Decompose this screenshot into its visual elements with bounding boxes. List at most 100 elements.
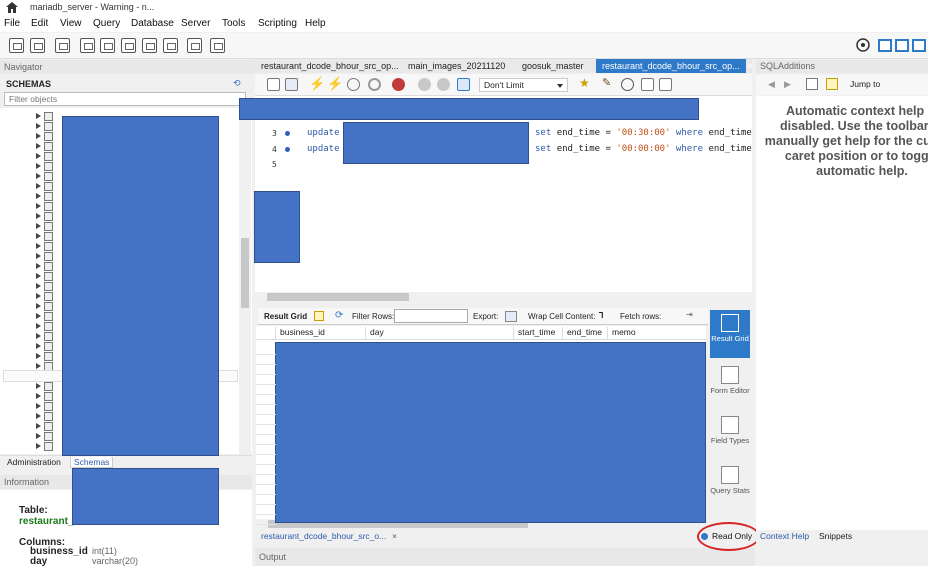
row-limit-select[interactable]: Don't Limit — [479, 78, 568, 92]
chevron-right-icon[interactable] — [36, 403, 41, 409]
field-types-button[interactable]: Field Types — [710, 412, 750, 460]
chevron-right-icon[interactable] — [36, 423, 41, 429]
chevron-right-icon[interactable] — [36, 303, 41, 309]
toggle-navigator-icon[interactable] — [878, 39, 892, 52]
chevron-right-icon[interactable] — [36, 143, 41, 149]
chevron-right-icon[interactable] — [36, 413, 41, 419]
rollback-icon[interactable] — [437, 78, 450, 91]
chevron-right-icon[interactable] — [36, 173, 41, 179]
schema-tree-item[interactable] — [36, 152, 54, 162]
schema-tree-item[interactable] — [36, 202, 54, 212]
invisible-chars-icon[interactable] — [641, 78, 654, 91]
chevron-right-icon[interactable] — [36, 223, 41, 229]
schema-tree-item[interactable] — [36, 142, 54, 152]
column-header[interactable]: end_time — [563, 327, 608, 340]
chevron-right-icon[interactable] — [36, 443, 41, 449]
column-header[interactable]: day — [366, 327, 514, 340]
tab-query-1[interactable]: restaurant_dcode_bhour_src_op... — [255, 59, 405, 73]
create-table-icon[interactable] — [100, 38, 115, 53]
wrap-lines-icon[interactable] — [659, 78, 672, 91]
schema-tree-item[interactable] — [36, 182, 54, 192]
chevron-right-icon[interactable] — [36, 253, 41, 259]
schema-tree-item[interactable] — [36, 252, 54, 262]
toggle-output-icon[interactable] — [895, 39, 909, 52]
chevron-right-icon[interactable] — [36, 243, 41, 249]
execute-icon[interactable]: ⚡ — [309, 76, 325, 91]
menu-edit[interactable]: Edit — [31, 18, 48, 29]
menu-scripting[interactable]: Scripting — [258, 18, 297, 29]
chevron-right-icon[interactable] — [36, 213, 41, 219]
chevron-right-icon[interactable] — [36, 113, 41, 119]
column-header[interactable]: memo — [608, 327, 698, 340]
tab-snippets[interactable]: Snippets — [819, 531, 852, 541]
execute-current-icon[interactable]: ⚡ — [327, 76, 343, 91]
close-icon[interactable]: × — [392, 531, 397, 541]
schema-tree-item[interactable] — [36, 292, 54, 302]
schema-tree-item[interactable] — [36, 232, 54, 242]
tab-administration[interactable]: Administration — [4, 457, 64, 467]
schema-tree-item[interactable] — [36, 272, 54, 282]
chevron-right-icon[interactable] — [36, 183, 41, 189]
chevron-right-icon[interactable] — [36, 333, 41, 339]
export-icon[interactable] — [505, 311, 517, 322]
tab-schemas[interactable]: Schemas — [70, 457, 114, 468]
open-sql-icon[interactable] — [30, 38, 45, 53]
schema-tree-item[interactable] — [36, 312, 54, 322]
home-icon[interactable] — [6, 2, 18, 13]
chevron-right-icon[interactable] — [36, 293, 41, 299]
schema-tree-item[interactable] — [36, 392, 54, 402]
bookmark-icon[interactable]: ★ — [579, 76, 592, 90]
schema-tree-item[interactable] — [36, 132, 54, 142]
open-file-icon[interactable] — [267, 78, 280, 91]
schema-tree-item[interactable] — [36, 302, 54, 312]
schema-tree-item[interactable] — [36, 262, 54, 272]
column-header[interactable]: business_id — [276, 327, 366, 340]
filter-objects-input[interactable]: Filter objects — [4, 92, 246, 106]
editor-horizontal-scrollbar[interactable] — [255, 292, 752, 302]
schema-tree-item[interactable] — [36, 322, 54, 332]
menu-server[interactable]: Server — [181, 18, 210, 29]
chevron-right-icon[interactable] — [36, 433, 41, 439]
chevron-right-icon[interactable] — [36, 313, 41, 319]
chevron-right-icon[interactable] — [36, 393, 41, 399]
explain-icon[interactable] — [347, 78, 360, 91]
schema-tree-item[interactable] — [36, 222, 54, 232]
toggle-error-icon[interactable] — [392, 78, 405, 91]
manual-help-icon[interactable] — [806, 78, 818, 90]
tree-scrollbar[interactable] — [239, 108, 251, 454]
auto-help-icon[interactable] — [826, 78, 838, 90]
create-procedure-icon[interactable] — [142, 38, 157, 53]
create-view-icon[interactable] — [121, 38, 136, 53]
chevron-right-icon[interactable] — [36, 133, 41, 139]
result-grid-button[interactable]: Result Grid — [710, 310, 750, 358]
fetch-next-icon[interactable]: ⇥ — [686, 310, 693, 319]
refresh-icon[interactable]: ⟲ — [233, 78, 243, 88]
schema-tree-item[interactable] — [36, 282, 54, 292]
create-schema-icon[interactable] — [80, 38, 95, 53]
tab-result[interactable]: restaurant_dcode_bhour_src_o... — [261, 531, 386, 541]
wrap-cell-icon[interactable]: Ꞁ — [599, 311, 603, 320]
schema-tree-item[interactable] — [36, 382, 54, 392]
menu-tools[interactable]: Tools — [222, 18, 245, 29]
chevron-right-icon[interactable] — [36, 123, 41, 129]
tab-query-3[interactable]: goosuk_master — [516, 59, 590, 73]
form-editor-button[interactable]: Form Editor — [710, 362, 750, 410]
schema-tree-item[interactable] — [36, 412, 54, 422]
schema-tree-item[interactable] — [36, 422, 54, 432]
refresh-icon[interactable]: ⟳ — [335, 310, 343, 321]
reconnect-icon[interactable] — [210, 38, 225, 53]
schema-tree-item[interactable] — [36, 242, 54, 252]
back-icon[interactable]: ◀ — [768, 79, 775, 90]
chevron-right-icon[interactable] — [36, 153, 41, 159]
settings-icon[interactable] — [856, 38, 870, 52]
tab-context-help[interactable]: Context Help — [760, 531, 809, 541]
chevron-right-icon[interactable] — [36, 343, 41, 349]
commit-icon[interactable] — [418, 78, 431, 91]
menu-view[interactable]: View — [60, 18, 82, 29]
schema-tree-item[interactable] — [36, 172, 54, 182]
schema-tree-item[interactable] — [36, 342, 54, 352]
schema-tree-item[interactable] — [36, 402, 54, 412]
column-header[interactable]: start_time — [514, 327, 563, 340]
chevron-right-icon[interactable] — [36, 163, 41, 169]
grid-icon[interactable] — [314, 311, 324, 321]
